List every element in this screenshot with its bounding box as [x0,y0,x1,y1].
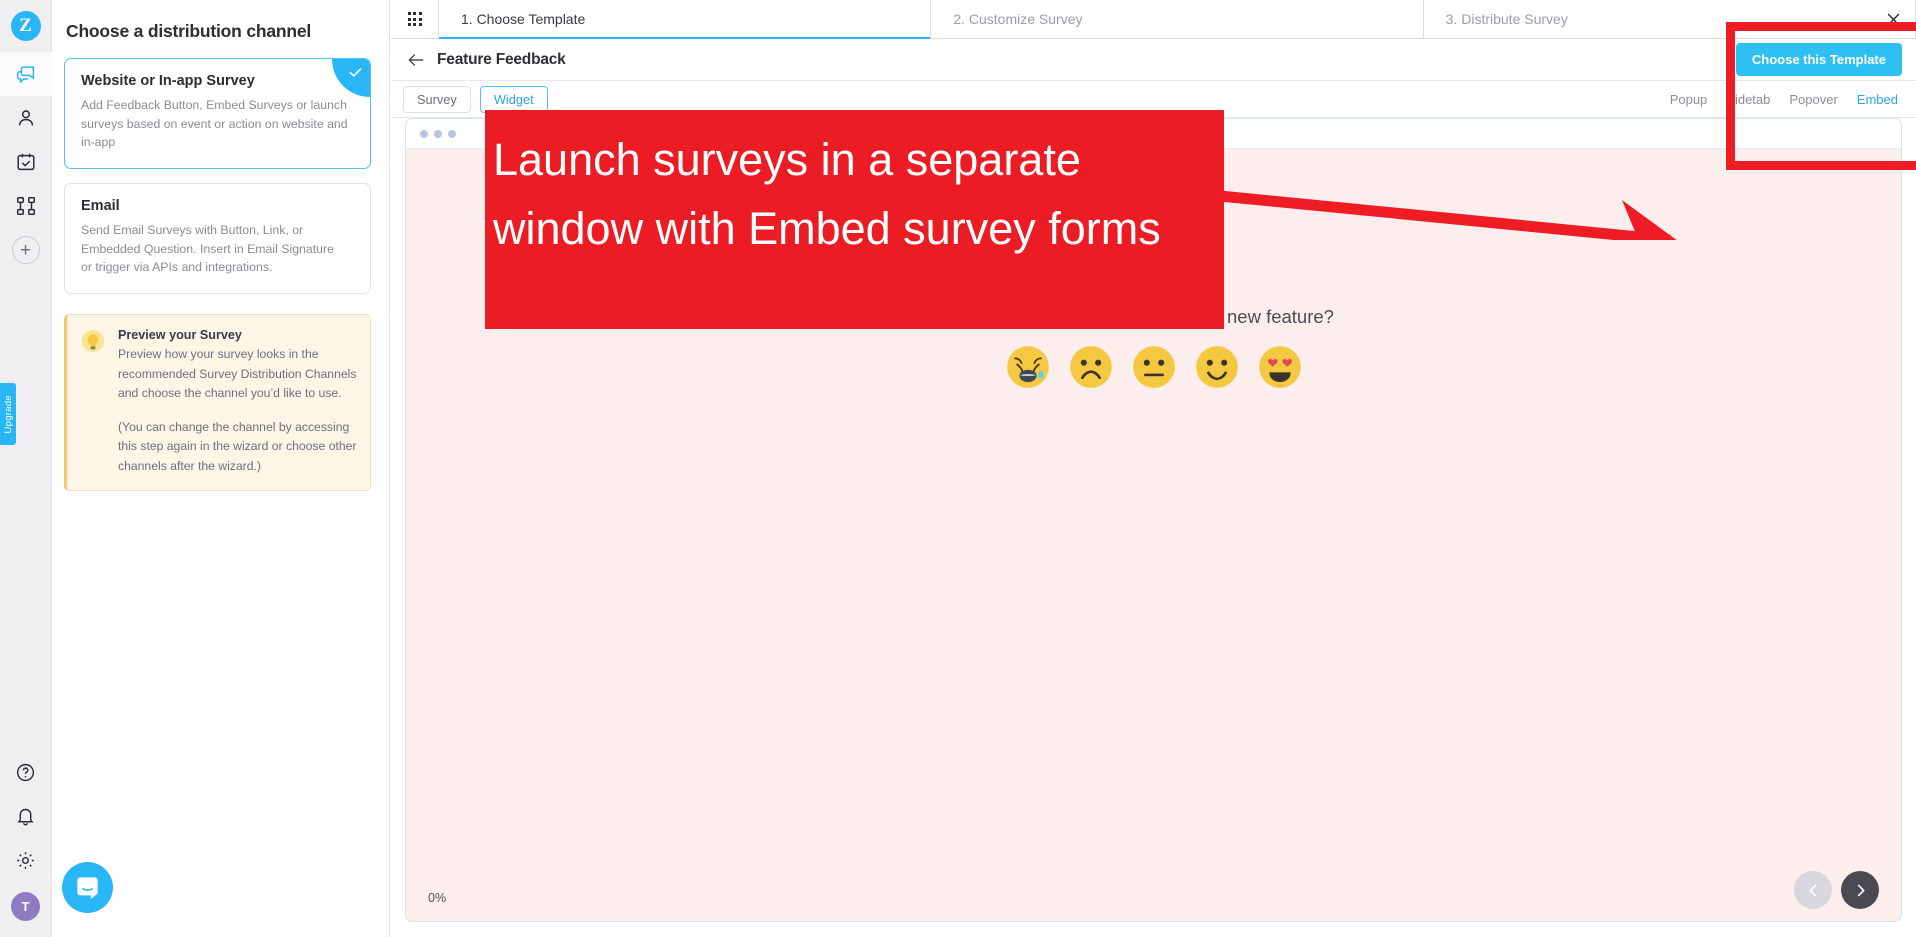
annotation-banner: Launch surveys in a separate window with… [485,110,1224,329]
left-icon-rail: Z + T Upgrade [0,0,52,937]
lightbulb-icon [79,328,107,356]
tip-text-secondary: (You can change the channel by accessing… [118,419,357,473]
rail-item-settings[interactable] [0,838,52,882]
survey-nav-arrows [1794,871,1879,909]
upgrade-button[interactable]: Upgrade [0,383,16,445]
crying-face-emoji[interactable] [1005,344,1051,390]
tab-survey[interactable]: Survey [403,85,471,113]
wizard-step-label: 3. Distribute Survey [1445,11,1568,27]
channel-title: Website or In-app Survey [81,73,255,89]
grid-icon [407,12,422,26]
avatar[interactable]: T [11,892,40,921]
app-grid-button[interactable] [391,0,439,38]
distribution-channel-panel: Choose a distribution channel Website or… [52,0,390,937]
app-logo[interactable]: Z [0,0,52,52]
calendar-check-icon [15,151,37,173]
rail-item-notifications[interactable] [0,794,52,838]
survey-progress-label: 0% [428,891,447,905]
window-dot-icon [420,129,428,138]
rail-item-surveys[interactable] [0,140,52,184]
tip-body: Preview your Survey Preview how your sur… [118,328,357,476]
logo-letter: Z [10,11,41,41]
frowning-face-emoji[interactable] [1068,344,1114,390]
plus-icon: + [11,236,40,264]
heart-eyes-face-emoji[interactable] [1257,344,1303,390]
channel-card-website-inapp[interactable]: Website or In-app Survey Add Feedback Bu… [64,58,371,170]
close-icon[interactable] [1880,6,1906,32]
rail-item-help[interactable] [0,750,52,794]
chat-icon [15,63,37,85]
widget-mode-popover[interactable]: Popover [1789,92,1837,107]
wizard-steps-bar: 1. Choose Template 2. Customize Survey 3… [391,0,1916,39]
messenger-icon [77,877,98,899]
wizard-step-label: 2. Customize Survey [953,11,1083,27]
upgrade-label: Upgrade [2,394,14,434]
page-title: Choose a distribution channel [66,21,312,41]
channel-description: Send Email Surveys with Button, Link, or… [81,223,334,275]
wizard-step-choose-template[interactable]: 1. Choose Template [439,0,932,39]
intercom-messenger-button[interactable] [62,862,113,913]
rail-item-workflows[interactable] [0,184,52,228]
choose-this-template-button[interactable]: Choose this Template [1735,43,1902,76]
tip-title: Preview your Survey [118,328,242,343]
selected-check-badge [332,59,370,97]
window-dot-icon [448,129,456,138]
workflow-icon [15,195,37,217]
widget-mode-popup[interactable]: Popup [1670,92,1708,107]
channel-card-email[interactable]: Email Send Email Surveys with Button, Li… [64,183,371,295]
user-icon [15,107,37,129]
next-question-button[interactable] [1841,871,1879,909]
gear-icon [15,850,36,871]
help-icon [15,762,36,783]
widget-mode-sidetab[interactable]: Sidetab [1726,92,1770,107]
widget-mode-embed[interactable]: Embed [1857,92,1898,107]
slightly-smiling-face-emoji[interactable] [1194,344,1240,390]
wizard-step-distribute-survey[interactable]: 3. Distribute Survey [1423,0,1916,38]
template-header: Feature Feedback Choose this Template [391,39,1916,81]
app-root: Z + T Upgrade Choose a distribution chan… [0,0,1916,937]
channel-title: Email [81,198,120,215]
widget-mode-links: Popup Sidetab Popover Embed [1670,92,1902,107]
template-name: Feature Feedback [437,50,566,68]
rail-item-add[interactable]: + [0,228,52,272]
previous-question-button[interactable] [1794,871,1832,909]
back-arrow-icon[interactable] [403,47,429,73]
rail-item-feedback[interactable] [0,52,52,96]
emoji-rating-scale [406,344,1901,390]
tab-widget[interactable]: Widget [479,85,548,113]
rail-item-contacts[interactable] [0,96,52,140]
rail-bottom-group: T [0,750,52,937]
wizard-step-customize-survey[interactable]: 2. Customize Survey [931,0,1424,38]
channel-description: Add Feedback Button, Embed Surveys or la… [81,98,348,150]
window-dot-icon [434,129,442,138]
wizard-step-label: 1. Choose Template [461,11,586,27]
preview-tip-box: Preview your Survey Preview how your sur… [64,314,371,492]
bell-icon [15,806,36,827]
neutral-face-emoji[interactable] [1131,344,1177,390]
tip-text-primary: Preview how your survey looks in the rec… [118,347,357,401]
